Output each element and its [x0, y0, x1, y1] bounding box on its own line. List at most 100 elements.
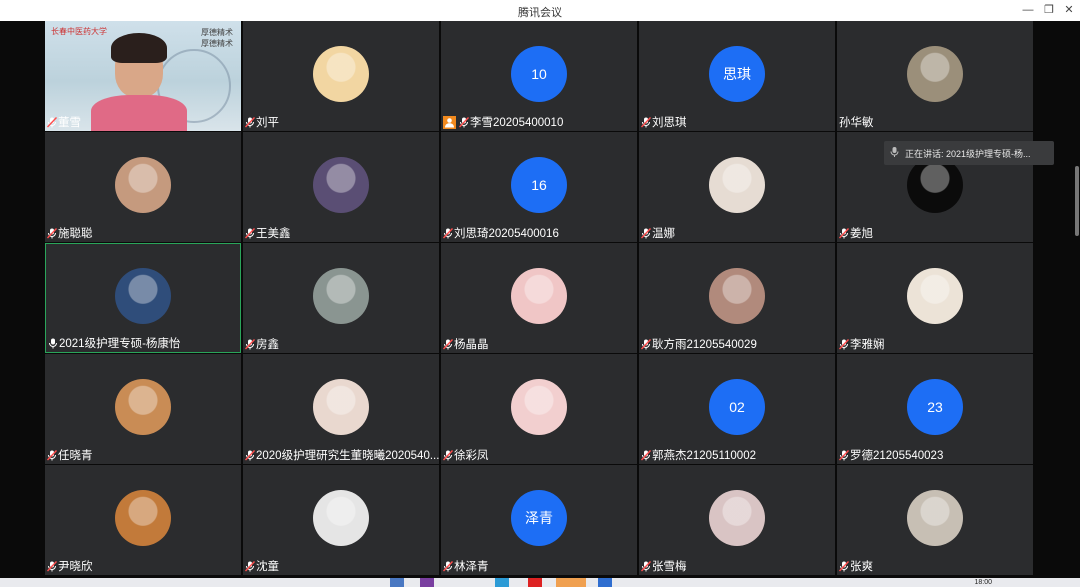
close-icon[interactable]: ✕ — [1060, 2, 1078, 18]
participant-name: 2021级护理专硕-杨康怡 — [48, 335, 180, 351]
mic-muted-icon — [641, 449, 651, 461]
participant-tile[interactable]: 尹晓欣 — [45, 465, 241, 575]
app-icon[interactable] — [556, 578, 586, 587]
app-icon[interactable] — [528, 578, 542, 587]
avatar — [709, 268, 765, 324]
avatar — [313, 268, 369, 324]
person-body — [91, 95, 187, 131]
restore-icon[interactable]: ❐ — [1040, 2, 1058, 18]
participant-name: 房鑫 — [245, 336, 279, 352]
participant-name-label: 郭燕杰21205110002 — [652, 450, 756, 462]
app-icon[interactable] — [420, 578, 434, 587]
participant-tile[interactable]: 2021级护理专硕-杨康怡 — [45, 243, 241, 353]
participant-tile[interactable]: 温娜 — [639, 132, 835, 242]
participant-name: 刘平 — [245, 114, 279, 130]
avatar — [511, 268, 567, 324]
participant-tile[interactable]: 思琪 刘思琪 — [639, 21, 835, 131]
avatar: 16 — [511, 157, 567, 213]
avatar — [313, 157, 369, 213]
mic-muted-icon — [839, 560, 849, 572]
participant-name: 徐彩凤 — [443, 447, 489, 463]
participant-tile[interactable]: 23 罗德21205540023 — [837, 354, 1033, 464]
avatar — [907, 268, 963, 324]
participant-tile[interactable]: 房鑫 — [243, 243, 439, 353]
app-icon[interactable] — [598, 578, 612, 587]
participant-name-label: 刘思琦20205400016 — [454, 228, 559, 240]
participant-name: 任晓青 — [47, 447, 93, 463]
participant-name: 董雪 — [47, 114, 81, 130]
participant-name-label: 杨晶晶 — [454, 339, 489, 351]
avatar — [709, 490, 765, 546]
participant-tile[interactable]: 沈童 — [243, 465, 439, 575]
mic-muted-icon — [47, 116, 57, 128]
participant-name-label: 张雪梅 — [652, 561, 687, 573]
mic-muted-icon — [443, 338, 453, 350]
participant-tile[interactable]: 刘平 — [243, 21, 439, 131]
avatar — [313, 490, 369, 546]
participant-tile[interactable]: 张雪梅 — [639, 465, 835, 575]
window-title: 腾讯会议 — [518, 7, 562, 19]
participant-name-label: 王美鑫 — [256, 228, 291, 240]
mic-muted-icon — [641, 560, 651, 572]
participant-name-label: 刘思琪 — [652, 117, 687, 129]
user-icon — [443, 115, 456, 129]
participant-tile[interactable]: 16 刘思琦20205400016 — [441, 132, 637, 242]
avatar: 10 — [511, 46, 567, 102]
avatar — [907, 46, 963, 102]
scrollbar[interactable] — [1075, 166, 1079, 236]
mic-muted-icon — [245, 560, 255, 572]
participant-tile[interactable]: 长春中医药大学 厚德精术 厚德精术 董雪 — [45, 21, 241, 131]
participant-name: 刘思琪 — [641, 114, 687, 130]
participant-name-label: 施聪聪 — [58, 228, 93, 240]
participant-name-label: 李雅娴 — [850, 339, 885, 351]
participant-tile[interactable]: 杨晶晶 — [441, 243, 637, 353]
participant-tile[interactable]: 耿方雨21205540029 — [639, 243, 835, 353]
participant-tile[interactable]: 徐彩凤 — [441, 354, 637, 464]
avatar: 23 — [907, 379, 963, 435]
participant-tile[interactable]: 李雅娴 — [837, 243, 1033, 353]
clock: 18:00 — [974, 579, 992, 586]
mic-icon — [890, 147, 899, 159]
participant-tile[interactable]: 2020级护理研究生董晓曦2020540... — [243, 354, 439, 464]
participant-tile[interactable]: 任晓青 — [45, 354, 241, 464]
participant-name-label: 任晓青 — [58, 450, 93, 462]
participant-tile[interactable]: 10 李雪20205400010 — [441, 21, 637, 131]
participant-name: 杨晶晶 — [443, 336, 489, 352]
participant-tile[interactable]: 泽青 林泽青 — [441, 465, 637, 575]
mic-muted-icon — [839, 449, 849, 461]
participant-name-label: 徐彩凤 — [454, 450, 489, 462]
participant-name: 孙华敏 — [839, 114, 874, 130]
participant-tile[interactable]: 孙华敏 — [837, 21, 1033, 131]
participant-name-label: 罗德21205540023 — [850, 450, 944, 462]
participant-tile[interactable]: 王美鑫 — [243, 132, 439, 242]
app-icon[interactable] — [390, 578, 404, 587]
avatar — [115, 157, 171, 213]
speaking-label: 正在讲话: 2021级护理专硕-杨... — [905, 148, 1031, 159]
minimize-icon[interactable]: — — [1019, 2, 1037, 18]
mic-muted-icon — [839, 227, 849, 239]
mic-muted-icon — [245, 116, 255, 128]
avatar — [115, 490, 171, 546]
participant-name: 温娜 — [641, 225, 675, 241]
participant-tile[interactable]: 张爽 — [837, 465, 1033, 575]
participant-name-label: 李雪20205400010 — [470, 117, 564, 129]
participant-name-label: 耿方雨21205540029 — [652, 339, 757, 351]
participant-name: 2020级护理研究生董晓曦2020540... — [245, 447, 439, 463]
participant-tile[interactable]: 施聪聪 — [45, 132, 241, 242]
person-hair — [111, 33, 167, 63]
participant-name-label: 刘平 — [256, 117, 279, 129]
mic-muted-icon — [245, 338, 255, 350]
participant-name: 姜旭 — [839, 225, 873, 241]
avatar — [115, 379, 171, 435]
participant-tile[interactable]: 02 郭燕杰21205110002 — [639, 354, 835, 464]
participant-name-label: 董雪 — [58, 117, 81, 129]
participant-grid: 长春中医药大学 厚德精术 厚德精术 董雪刘平 10 李雪20205400010 思琪 刘思琪孙… — [45, 21, 1035, 578]
mic-muted-icon — [47, 560, 57, 572]
participant-name-label: 孙华敏 — [839, 117, 874, 129]
mic-muted-icon — [47, 227, 57, 239]
participant-name-label: 房鑫 — [256, 339, 279, 351]
mic-muted-icon — [641, 116, 651, 128]
app-icon[interactable] — [495, 578, 509, 587]
participant-name: 施聪聪 — [47, 225, 93, 241]
avatar — [115, 268, 171, 324]
